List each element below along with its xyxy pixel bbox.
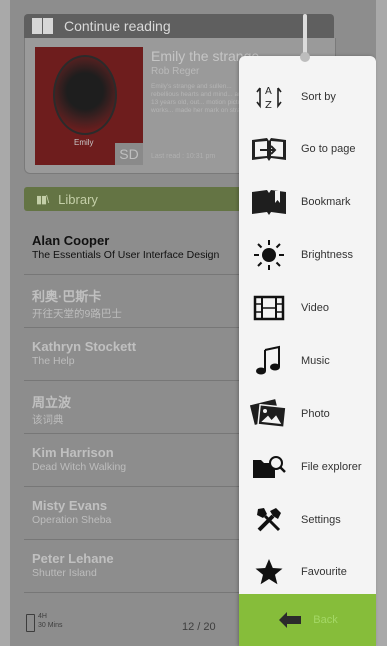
menu-handle-knob — [300, 52, 310, 62]
battery-hours: 4H — [38, 613, 47, 620]
back-button[interactable]: Back — [239, 594, 376, 646]
library-books-icon: ▮▮\ — [36, 193, 49, 206]
film-icon — [249, 288, 289, 328]
menu-item-photo[interactable]: Photo — [239, 387, 376, 440]
options-menu: A Z Sort by Go to page Bookmark Brightne… — [239, 56, 376, 646]
music-note-icon — [249, 341, 289, 381]
menu-label: Music — [301, 354, 330, 367]
sd-badge: SD — [115, 143, 143, 165]
back-label: Back — [313, 614, 338, 626]
menu-item-sort-by[interactable]: A Z Sort by — [239, 70, 376, 123]
menu-label: Sort by — [301, 90, 336, 103]
battery-icon — [26, 614, 35, 632]
continue-reading-header: Continue reading — [24, 14, 334, 38]
menu-item-file-explorer[interactable]: File explorer — [239, 440, 376, 493]
last-read: Last read : 10:31 pm — [151, 153, 216, 160]
menu-label: Favourite — [301, 565, 347, 578]
book-author: Rob Reger — [151, 66, 200, 77]
open-book-icon — [32, 18, 54, 34]
folder-search-icon — [249, 447, 289, 487]
menu-item-go-to-page[interactable]: Go to page — [239, 122, 376, 175]
page-indicator: 12 / 20 — [182, 621, 216, 633]
battery-time: 4H 30 Mins — [38, 612, 63, 630]
menu-label: Go to page — [301, 142, 356, 155]
menu-item-favourite[interactable]: Favourite — [239, 545, 376, 598]
photo-icon — [249, 394, 289, 434]
go-to-page-icon — [249, 129, 289, 169]
star-icon — [249, 552, 289, 592]
menu-label: Bookmark — [301, 195, 351, 208]
menu-label: File explorer — [301, 460, 362, 473]
cover-illustration — [53, 55, 117, 135]
menu-item-brightness[interactable]: Brightness — [239, 228, 376, 281]
menu-item-music[interactable]: Music — [239, 334, 376, 387]
cover-label: Emily — [74, 138, 94, 147]
svg-text:A: A — [265, 86, 272, 97]
sun-icon — [249, 235, 289, 275]
back-arrow-icon — [279, 612, 302, 628]
menu-item-settings[interactable]: Settings — [239, 493, 376, 546]
menu-label: Settings — [301, 513, 341, 526]
svg-text:Z: Z — [265, 100, 272, 111]
library-title: Library — [58, 191, 98, 207]
book-cover[interactable]: Emily SD — [35, 47, 143, 165]
battery-mins: 30 Mins — [38, 622, 63, 629]
bookmark-icon — [249, 182, 289, 222]
tools-icon — [249, 500, 289, 540]
menu-item-video[interactable]: Video — [239, 281, 376, 334]
menu-label: Brightness — [301, 248, 353, 261]
continue-reading-title: Continue reading — [64, 18, 171, 34]
menu-label: Photo — [301, 407, 330, 420]
menu-label: Video — [301, 301, 329, 314]
menu-item-bookmark[interactable]: Bookmark — [239, 175, 376, 228]
sort-az-icon: A Z — [249, 77, 289, 117]
